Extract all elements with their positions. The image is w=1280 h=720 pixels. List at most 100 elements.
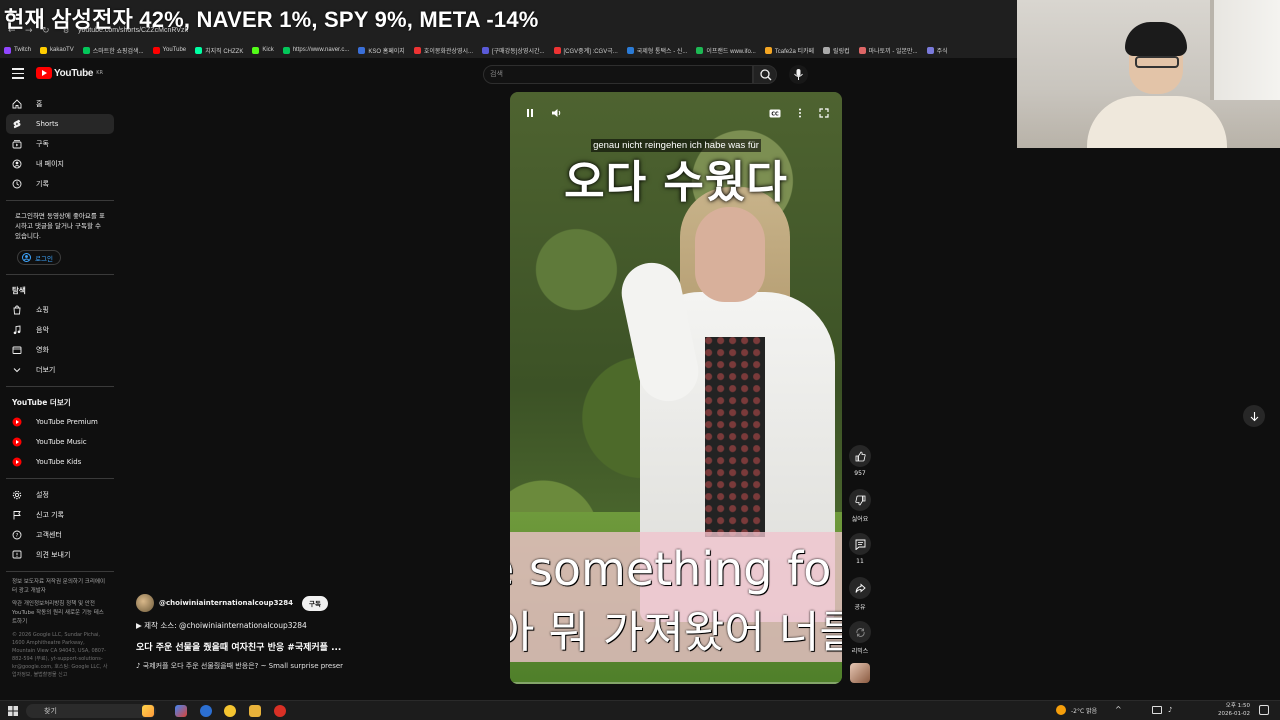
music-icon <box>12 325 22 335</box>
bookmark-item[interactable]: 호이몽화관상영시... <box>413 44 473 56</box>
sidebar-item-product-0[interactable]: YouTube Premium <box>6 412 114 432</box>
bookmark-label: 릴링컵 <box>833 48 850 55</box>
sidebar-item-music[interactable]: 음악 <box>6 320 114 340</box>
bookmark-item[interactable]: https://www.naver.c... <box>282 44 350 56</box>
sidebar-item-product-2[interactable]: YouTube Kids <box>6 452 114 472</box>
sidebar-item-flag[interactable]: 신고 기록 <box>6 505 114 525</box>
bookmark-item[interactable]: 이프랜드 www.ifo... <box>696 44 756 56</box>
remix-button[interactable] <box>849 621 871 643</box>
bookmark-item[interactable]: [구매강동]상영시간... <box>482 44 545 56</box>
search-input[interactable]: 검색 <box>483 65 753 84</box>
sidebar-item-chevron-down[interactable]: 더보기 <box>6 360 114 380</box>
sidebar-item-feedback[interactable]: 의견 보내기 <box>6 545 114 565</box>
sidebar-item-label: 영화 <box>36 346 49 354</box>
share-icon <box>855 583 866 593</box>
bookmark-item[interactable]: Kick <box>252 44 274 56</box>
bookmark-item[interactable]: kakaoTV <box>40 44 74 56</box>
copilot-icon[interactable] <box>175 705 187 717</box>
recorder-app-icon[interactable] <box>274 705 286 717</box>
sidebar-item-you[interactable]: 내 페이지 <box>6 154 114 174</box>
sidebar-item-help[interactable]: ? 고객센터 <box>6 525 114 545</box>
login-button[interactable]: 로그인 <box>17 250 61 265</box>
bookmark-item[interactable]: KSO 홈페이지 <box>358 44 405 56</box>
video-title[interactable]: 오다 주운 선물을 줬을때 여자친구 반응 #국제커플 ... <box>136 640 341 653</box>
taskbar-time: 오후 1:50 <box>1225 703 1250 709</box>
bookmark-item[interactable]: YouTube <box>152 44 186 56</box>
search-button[interactable] <box>753 65 777 84</box>
sidebar-item-product-1[interactable]: YouTube Music <box>6 432 114 452</box>
like-button[interactable] <box>849 445 871 467</box>
weather-text[interactable]: -2°C 맑음 <box>1071 706 1097 715</box>
help-icon: ? <box>12 530 22 540</box>
webcam-person-body <box>1087 96 1227 148</box>
sidebar-item-shopping[interactable]: 쇼핑 <box>6 300 114 320</box>
bookmark-item[interactable]: 치지직 CHZZK <box>195 44 243 56</box>
music-credit[interactable]: ♪ 국제커플 오다 주운 선물줬을때 반응은? ~ Small surprise… <box>136 661 343 671</box>
file-explorer-icon[interactable] <box>249 705 261 717</box>
bookmark-item[interactable]: 스마트한 쇼핑검색... <box>82 44 144 56</box>
bookmark-label: Kick <box>262 47 274 53</box>
sidebar-item-label: 신고 기록 <box>36 511 64 519</box>
widget-icon[interactable] <box>142 705 154 717</box>
captions-button[interactable]: CC <box>768 106 782 120</box>
sidebar-item-movies[interactable]: 영화 <box>6 340 114 360</box>
shopping-icon <box>12 305 22 315</box>
windows-start-icon[interactable] <box>8 706 18 716</box>
footer-links-primary[interactable]: 정보 보도자료 저작권 문의하기 크리에이터 광고 개발자 <box>6 578 114 596</box>
shorts-video-player[interactable]: 오다 수웠다 genau nicht reingehen ich habe wa… <box>510 92 842 684</box>
back-icon[interactable]: ← <box>8 26 16 36</box>
more-options-button[interactable] <box>793 106 807 120</box>
sidebar-item-subscriptions[interactable]: 구독 <box>6 134 114 154</box>
sidebar-divider <box>6 200 114 201</box>
tray-chevron-icon[interactable]: ^ <box>1115 705 1122 714</box>
chrome-app-icon[interactable] <box>200 705 212 717</box>
sidebar-item-history[interactable]: 기록 <box>6 174 114 194</box>
sidebar-main-section: 홈 Shorts 구독 내 페이지 기록 <box>6 94 114 194</box>
dislike-button[interactable] <box>849 489 871 511</box>
kakao-app-icon[interactable] <box>224 705 236 717</box>
bookmark-label: 마나토끼 - 일본만... <box>868 48 918 55</box>
taskbar-clock[interactable]: 오후 1:50 2026-01-02 <box>1212 702 1250 718</box>
bookmark-item[interactable]: 릴링컵 <box>823 44 850 56</box>
volume-button[interactable] <box>549 106 563 120</box>
channel-handle[interactable]: @choiwiniainternationalcoup3284 <box>159 599 293 607</box>
footer-links-secondary[interactable]: 약관 개인정보처리방침 정책 및 안전 YouTube 작동의 원리 새로운 기… <box>6 600 114 627</box>
site-info-icon[interactable]: ⚙ <box>63 27 69 35</box>
webcam-overlay <box>1017 0 1280 148</box>
address-bar[interactable]: youtube.com/shorts/CZZcMcnRVzk <box>78 27 188 34</box>
channel-avatar[interactable] <box>136 594 154 612</box>
comment-button[interactable] <box>849 533 871 555</box>
bookmark-item[interactable]: Twitch <box>4 44 31 56</box>
reload-icon[interactable]: ↻ <box>42 26 50 36</box>
pause-button[interactable] <box>523 106 537 120</box>
bookmark-favicon-icon <box>823 46 831 54</box>
source-credit[interactable]: ▶ 제작 소스: @choiwiniainternationalcoup3284 <box>136 620 307 631</box>
battery-icon[interactable] <box>1152 706 1162 714</box>
sidebar-item-shorts[interactable]: Shorts <box>6 114 114 134</box>
forward-icon[interactable]: → <box>25 26 33 36</box>
bookmark-item[interactable]: [CGV중계] :CGV극... <box>553 44 618 56</box>
share-action: 공유 <box>849 577 871 611</box>
fullscreen-button[interactable] <box>817 106 831 120</box>
sound-thumbnail[interactable] <box>850 663 870 683</box>
youtube-logo[interactable]: YouTube KR <box>36 67 103 79</box>
bookmark-favicon-icon <box>82 46 90 54</box>
volume-tray-icon[interactable]: ♪ <box>1168 706 1172 714</box>
share-button[interactable] <box>849 577 871 599</box>
bookmark-item[interactable]: 마나토끼 - 일본만... <box>858 44 918 56</box>
video-progress-bar[interactable] <box>510 682 842 684</box>
bookmark-item[interactable]: Tcafe2a 티카페 <box>764 44 814 56</box>
sidebar-item-gear[interactable]: 설정 <box>6 485 114 505</box>
fullscreen-icon <box>819 108 829 118</box>
channel-row: @choiwiniainternationalcoup3284 구독 <box>136 594 329 612</box>
bookmark-item[interactable]: 국제형 통택스 - 신... <box>626 44 687 56</box>
taskbar-search-box[interactable]: 찾기 <box>26 704 156 718</box>
next-video-button[interactable] <box>1243 405 1265 427</box>
sidebar-item-home[interactable]: 홈 <box>6 94 114 114</box>
bookmark-label: https://www.naver.c... <box>292 47 350 53</box>
menu-icon[interactable] <box>12 68 24 80</box>
voice-search-button[interactable] <box>789 65 808 84</box>
bookmark-item[interactable]: 주식 <box>926 44 948 56</box>
notification-icon[interactable] <box>1259 705 1269 715</box>
subscribe-button[interactable]: 구독 <box>302 595 329 611</box>
